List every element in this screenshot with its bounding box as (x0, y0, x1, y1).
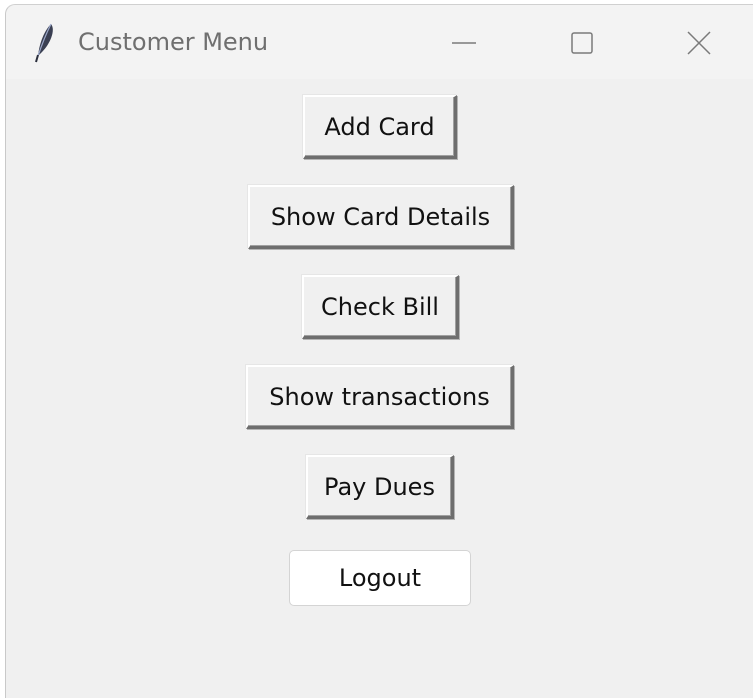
window-title: Customer Menu (78, 28, 269, 56)
add-card-button[interactable]: Add Card (303, 95, 457, 159)
minimize-icon[interactable] (444, 23, 484, 63)
maximize-icon[interactable] (562, 23, 602, 63)
title-bar[interactable]: Customer Menu (6, 5, 753, 79)
menu-content: Add Card Show Card Details Check Bill Sh… (6, 79, 753, 699)
show-transactions-button[interactable]: Show transactions (246, 365, 514, 429)
customer-menu-window: Customer Menu Add Card Show Card Details… (5, 4, 753, 698)
close-icon[interactable] (679, 23, 719, 63)
pay-dues-button[interactable]: Pay Dues (306, 455, 454, 519)
show-card-details-button[interactable]: Show Card Details (248, 185, 514, 249)
check-bill-button[interactable]: Check Bill (302, 275, 459, 339)
logout-button[interactable]: Logout (289, 550, 471, 606)
feather-icon (35, 23, 53, 63)
